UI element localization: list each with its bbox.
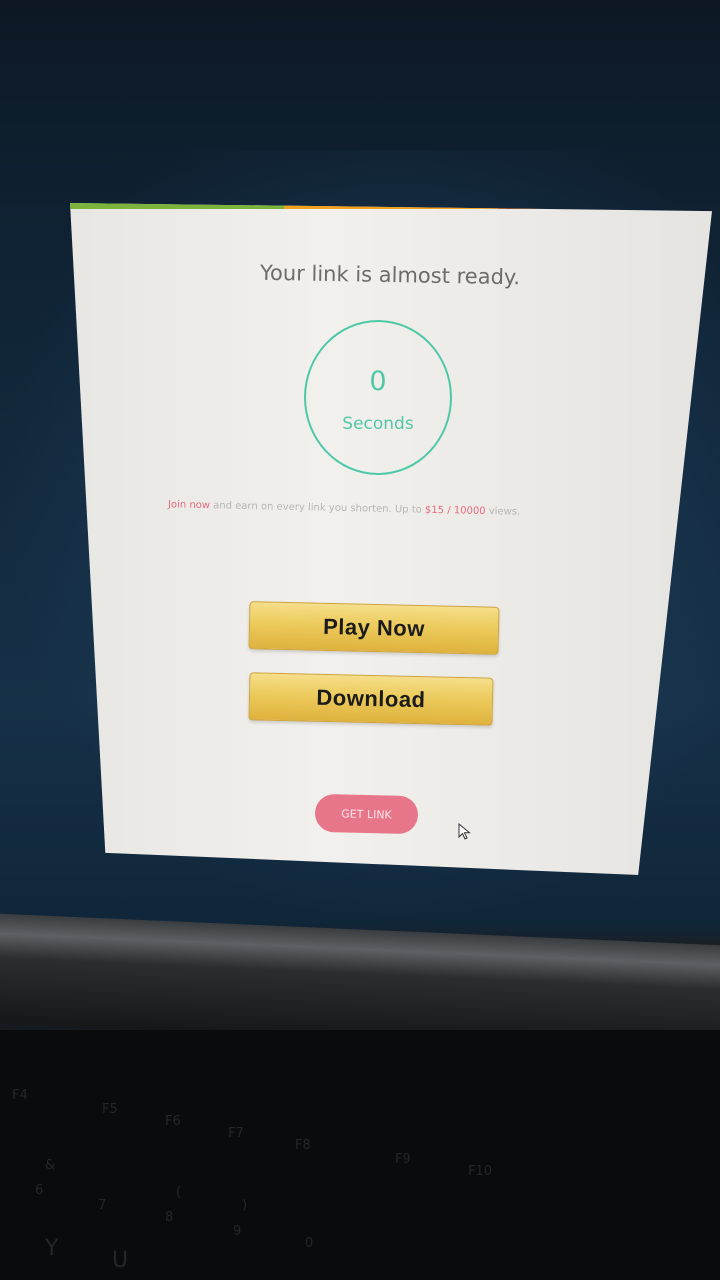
timer-value: 0 (369, 366, 387, 397)
download-button[interactable]: Download (248, 672, 494, 726)
key-f6: F6 (165, 1114, 181, 1129)
promo-views: views. (485, 505, 521, 518)
promo-amount: $15 / 10000 (424, 504, 486, 517)
cursor-icon (458, 823, 471, 840)
popup-title: Your link is almost ready. (259, 260, 521, 290)
key-6: 6 (35, 1183, 44, 1198)
key-close-paren: ) (242, 1198, 248, 1213)
play-now-button[interactable]: Play Now (248, 601, 500, 655)
laptop-keyboard: F4 F5 F6 F7 F8 F9 F10 & 6 7 ( 8 ) 9 0 Y … (0, 1030, 720, 1280)
key-f7: F7 (228, 1126, 244, 1141)
key-9: 9 (233, 1224, 242, 1239)
link-popup: Your link is almost ready. 0 Seconds Joi… (70, 203, 712, 875)
key-0: 0 (305, 1236, 314, 1251)
countdown-timer: 0 Seconds (304, 320, 452, 475)
key-open-paren: ( (176, 1185, 182, 1200)
key-f5: F5 (102, 1102, 118, 1117)
key-f9: F9 (395, 1152, 411, 1167)
key-y: Y (45, 1236, 59, 1261)
photo-scene: Your link is almost ready. 0 Seconds Joi… (0, 0, 720, 1280)
key-8: 8 (165, 1210, 174, 1225)
key-7: 7 (98, 1198, 107, 1213)
key-f8: F8 (295, 1138, 311, 1153)
get-link-button[interactable]: GET LINK (314, 793, 419, 835)
timer-unit: Seconds (342, 414, 414, 434)
key-f10: F10 (468, 1164, 493, 1179)
join-now-link[interactable]: Join now (168, 499, 210, 511)
key-f4: F4 (12, 1088, 28, 1103)
key-ampersand: & (45, 1158, 56, 1173)
key-u: U (112, 1248, 129, 1273)
